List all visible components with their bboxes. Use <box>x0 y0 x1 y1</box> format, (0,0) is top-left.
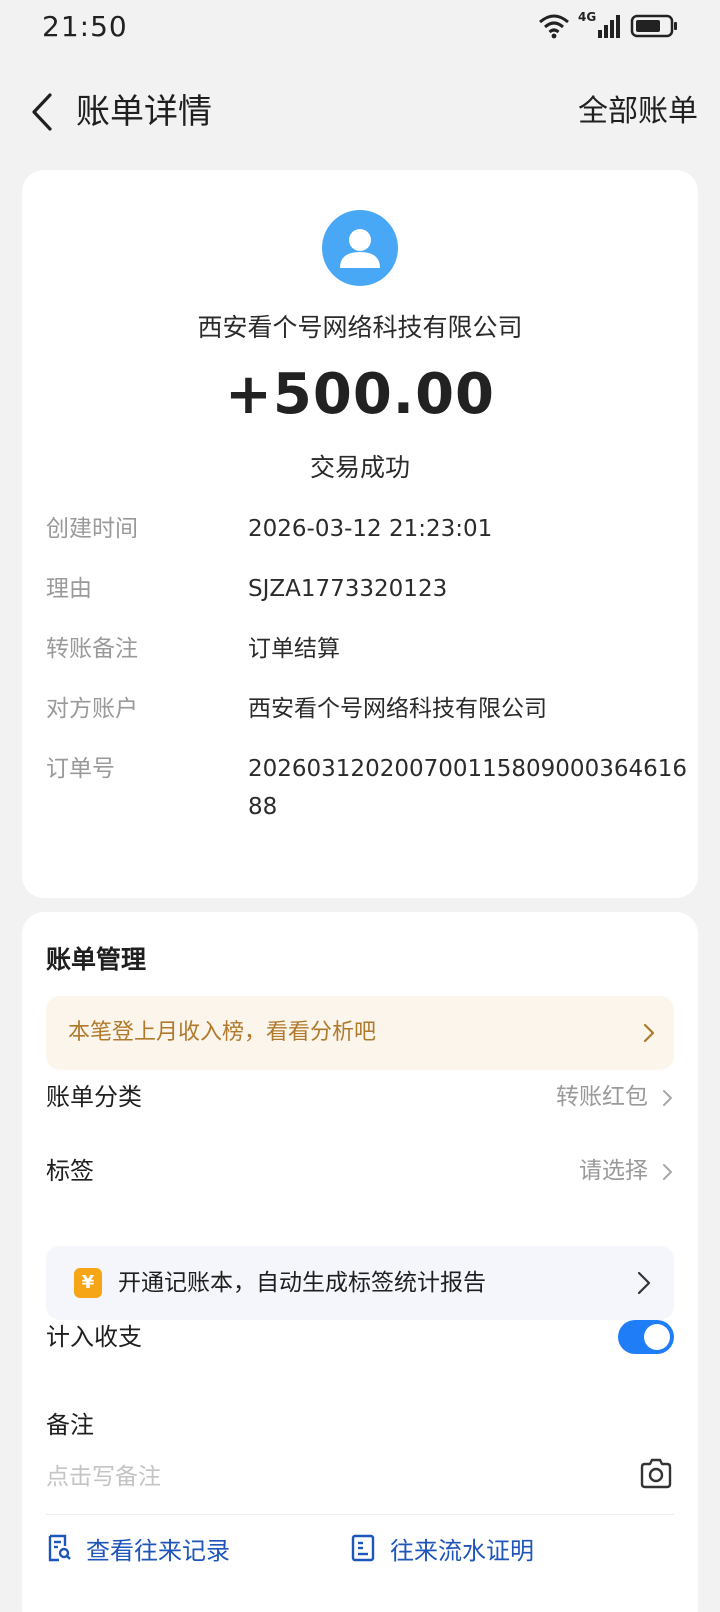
link-text: 往来流水证明 <box>390 1536 534 1565</box>
chevron-right-icon <box>663 1164 672 1180</box>
chevron-right-icon <box>643 1023 655 1043</box>
ledger-promo[interactable]: ¥ 开通记账本，自动生成标签统计报告 <box>46 1246 674 1320</box>
document-icon <box>351 1534 375 1562</box>
back-button[interactable] <box>22 88 62 136</box>
camera-button[interactable] <box>638 1456 674 1492</box>
note-input[interactable] <box>46 1452 606 1502</box>
income-rank-banner[interactable]: 本笔登上月收入榜，看看分析吧 <box>46 996 674 1070</box>
detail-label: 创建时间 <box>46 516 138 542</box>
detail-label: 转账备注 <box>46 636 138 662</box>
section-title: 账单管理 <box>46 945 147 974</box>
detail-value: 西安看个号网络科技有限公司 <box>248 696 547 722</box>
battery-icon <box>630 14 677 38</box>
status-icons: 4G <box>538 10 678 40</box>
row-label: 标签 <box>46 1157 94 1185</box>
nav-bar: 账单详情 全部账单 <box>0 80 720 144</box>
status-bar: 21:50 4G <box>0 0 720 56</box>
view-history-link[interactable]: 查看往来记录 <box>46 1520 230 1576</box>
promo-text: 开通记账本，自动生成标签统计报告 <box>118 1270 486 1296</box>
detail-label: 对方账户 <box>46 696 138 722</box>
transaction-card: 西安看个号网络科技有限公司 +500.00 交易成功 创建时间 2026-03-… <box>22 170 698 898</box>
chevron-left-icon <box>32 93 52 131</box>
transaction-amount: +500.00 <box>224 362 496 427</box>
note-label: 备注 <box>46 1411 94 1439</box>
detail-value: 2026-03-12 21:23:01 <box>248 516 493 542</box>
detail-label: 订单号 <box>46 756 115 782</box>
bill-category-row[interactable]: 账单分类 转账红包 <box>46 1072 674 1122</box>
statement-proof-link[interactable]: 往来流水证明 <box>350 1520 534 1576</box>
all-bills-link[interactable]: 全部账单 <box>578 88 698 136</box>
tag-row[interactable]: 标签 请选择 <box>46 1146 674 1196</box>
include-in-budget-row: 计入收支 <box>46 1312 674 1362</box>
banner-text: 本笔登上月收入榜，看看分析吧 <box>68 1020 377 1045</box>
record-search-icon <box>48 1534 71 1562</box>
cellular-icon: 4G <box>578 10 622 40</box>
row-label: 计入收支 <box>46 1323 142 1351</box>
user-icon <box>340 229 380 268</box>
detail-value[interactable]: 20260312020070011580900036461688 <box>248 750 688 826</box>
divider <box>46 1514 674 1515</box>
row-value: 请选择 <box>579 1158 648 1184</box>
status-time: 21:50 <box>42 10 128 43</box>
avatar <box>322 210 398 286</box>
transaction-status: 交易成功 <box>309 453 410 482</box>
ledger-icon: ¥ <box>74 1268 102 1298</box>
row-value: 转账红包 <box>556 1084 648 1110</box>
toggle-knob <box>644 1324 670 1350</box>
bill-management-card: 账单管理 本笔登上月收入榜，看看分析吧 账单分类 转账红包 标签 请选择 ¥ 开… <box>22 912 698 1612</box>
link-text: 查看往来记录 <box>86 1536 230 1565</box>
page-title: 账单详情 <box>76 92 212 132</box>
payee-name: 西安看个号网络科技有限公司 <box>197 313 523 342</box>
row-label: 账单分类 <box>46 1083 142 1111</box>
chevron-right-icon <box>637 1271 651 1295</box>
chevron-right-icon <box>663 1090 672 1106</box>
detail-value: SJZA1773320123 <box>248 576 448 602</box>
detail-label: 理由 <box>46 576 92 602</box>
include-toggle[interactable] <box>618 1320 674 1354</box>
detail-value: 订单结算 <box>248 636 340 662</box>
wifi-icon <box>539 14 569 39</box>
camera-icon <box>640 1458 672 1489</box>
